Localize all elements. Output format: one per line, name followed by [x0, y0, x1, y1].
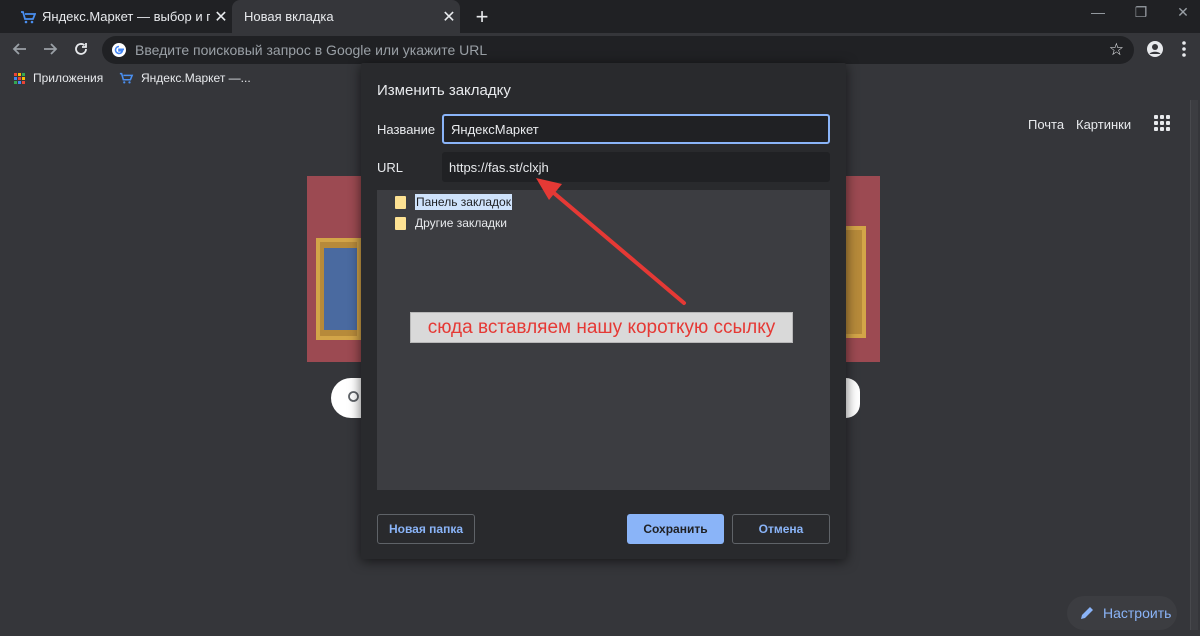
url-field[interactable]: https://fas.st/clxjh — [442, 152, 830, 182]
menu-icon[interactable] — [1181, 40, 1187, 63]
customize-label: Настроить — [1103, 605, 1172, 621]
customize-button[interactable]: Настроить — [1067, 596, 1177, 630]
back-icon[interactable] — [9, 38, 31, 60]
pencil-icon — [1081, 607, 1093, 619]
tab-title: Яндекс.Маркет — выбор и поку — [42, 9, 210, 24]
annotation-label: сюда вставляем нашу короткую ссылку — [410, 312, 793, 343]
bookmark-yandex-market[interactable]: Яндекс.Маркет —... — [118, 71, 251, 85]
folder-item-bookmarks-bar[interactable]: Панель закладок — [395, 194, 512, 210]
folder-item-other-bookmarks[interactable]: Другие закладки — [395, 216, 507, 230]
apps-label: Приложения — [33, 71, 104, 85]
folder-label: Панель закладок — [415, 194, 512, 210]
search-box[interactable] — [331, 378, 361, 418]
doodle-painting-frame — [316, 238, 361, 340]
toolbar: Введите поисковый запрос в Google или ук… — [0, 33, 1200, 66]
close-tab-icon[interactable]: ✕ — [210, 7, 232, 27]
address-placeholder: Введите поисковый запрос в Google или ук… — [135, 42, 488, 58]
minimize-button[interactable]: — — [1083, 4, 1113, 20]
cart-icon — [20, 9, 36, 25]
title-bar: Яндекс.Маркет — выбор и поку ✕ Новая вкл… — [0, 0, 1200, 33]
close-window-button[interactable]: ✕ — [1168, 4, 1198, 21]
url-label: URL — [377, 160, 404, 175]
new-folder-button[interactable]: Новая папка — [377, 514, 475, 544]
folder-label: Другие закладки — [415, 216, 507, 230]
save-button[interactable]: Сохранить — [627, 514, 724, 544]
scrollbar[interactable] — [1190, 100, 1198, 630]
apps-icon — [14, 72, 25, 84]
search-box-end[interactable] — [846, 378, 860, 418]
gmail-link[interactable]: Почта — [1028, 117, 1064, 132]
star-icon[interactable]: ☆ — [1109, 40, 1124, 60]
address-bar[interactable]: Введите поисковый запрос в Google или ук… — [102, 36, 1134, 64]
name-label: Название — [377, 122, 436, 137]
folder-icon — [395, 216, 406, 230]
dialog-title: Изменить закладку — [377, 82, 511, 99]
maximize-button[interactable]: ❐ — [1126, 4, 1156, 21]
edit-bookmark-dialog: Изменить закладку Название ЯндексМаркет … — [361, 63, 846, 559]
cancel-button[interactable]: Отмена — [732, 514, 830, 544]
name-field[interactable]: ЯндексМаркет — [442, 114, 830, 144]
profile-icon[interactable] — [1146, 40, 1164, 63]
google-apps-icon[interactable] — [1154, 115, 1170, 131]
images-link[interactable]: Картинки — [1076, 117, 1131, 132]
apps-shortcut[interactable]: Приложения — [14, 71, 103, 85]
forward-icon[interactable] — [39, 38, 61, 60]
doodle-painting-frame — [846, 226, 866, 338]
tab-yandex-market[interactable]: Яндекс.Маркет — выбор и поку ✕ — [8, 0, 232, 33]
close-tab-icon[interactable]: ✕ — [438, 7, 460, 27]
tab-new-tab[interactable]: Новая вкладка ✕ — [232, 0, 460, 33]
bookmark-label: Яндекс.Маркет —... — [141, 71, 251, 85]
tab-title: Новая вкладка — [244, 9, 334, 24]
folder-icon — [395, 195, 406, 209]
reload-icon[interactable] — [70, 38, 92, 60]
new-tab-button[interactable]: + — [470, 4, 494, 30]
google-icon — [111, 42, 127, 58]
cart-icon — [119, 72, 134, 84]
